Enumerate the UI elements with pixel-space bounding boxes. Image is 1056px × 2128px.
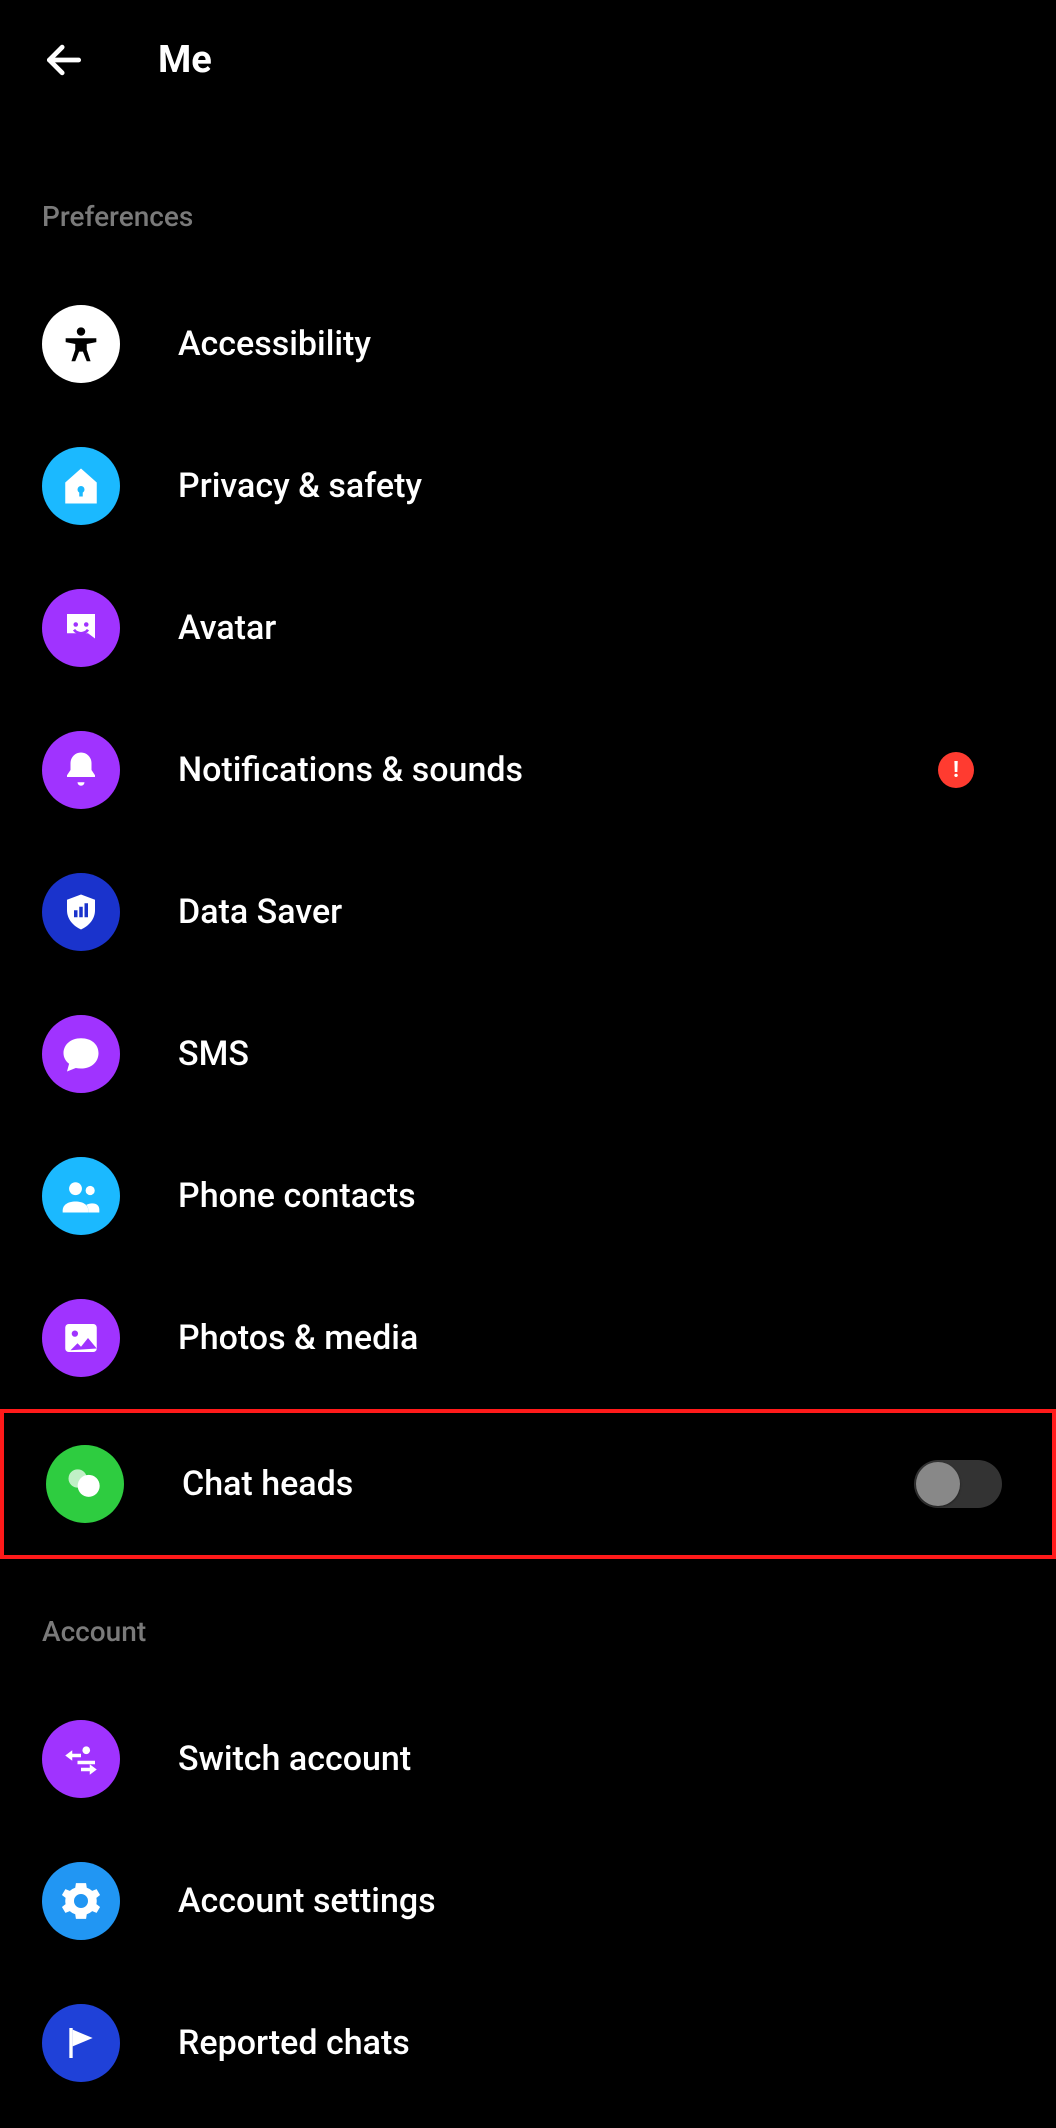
back-button[interactable]: [40, 36, 88, 84]
switch-account-icon: [42, 1720, 120, 1798]
row-chat-heads[interactable]: Chat heads: [0, 1409, 1056, 1559]
section-header-preferences: Preferences: [0, 120, 1056, 273]
accessibility-icon: [42, 305, 120, 383]
chat-heads-toggle[interactable]: [914, 1460, 1002, 1508]
avatar-icon: [42, 589, 120, 667]
chat-bubble-icon: [42, 1015, 120, 1093]
row-label: Avatar: [178, 608, 1014, 648]
chat-heads-icon: [46, 1445, 124, 1523]
row-privacy-safety[interactable]: Privacy & safety: [0, 415, 1056, 557]
bell-icon: [42, 731, 120, 809]
row-switch-account[interactable]: Switch account: [0, 1688, 1056, 1830]
row-avatar[interactable]: Avatar: [0, 557, 1056, 699]
row-label: Privacy & safety: [178, 466, 1014, 506]
row-label: Notifications & sounds: [178, 750, 938, 790]
row-notifications-sounds[interactable]: Notifications & sounds !: [0, 699, 1056, 841]
row-photos-media[interactable]: Photos & media: [0, 1267, 1056, 1409]
row-label: Chat heads: [182, 1464, 914, 1504]
row-label: Accessibility: [178, 324, 1014, 364]
row-accessibility[interactable]: Accessibility: [0, 273, 1056, 415]
image-icon: [42, 1299, 120, 1377]
row-sms[interactable]: SMS: [0, 983, 1056, 1125]
flag-icon: [42, 2004, 120, 2082]
row-reported-chats[interactable]: Reported chats: [0, 1972, 1056, 2114]
header: Me: [0, 0, 1056, 120]
row-label: Reported chats: [178, 2023, 1014, 2063]
shield-chart-icon: [42, 873, 120, 951]
row-label: Data Saver: [178, 892, 1014, 932]
arrow-left-icon: [42, 38, 86, 82]
row-phone-contacts[interactable]: Phone contacts: [0, 1125, 1056, 1267]
toggle-knob: [916, 1462, 960, 1506]
row-data-saver[interactable]: Data Saver: [0, 841, 1056, 983]
row-label: Switch account: [178, 1739, 1014, 1779]
row-label: SMS: [178, 1034, 1014, 1074]
people-icon: [42, 1157, 120, 1235]
row-account-settings[interactable]: Account settings: [0, 1830, 1056, 1972]
house-lock-icon: [42, 447, 120, 525]
row-label: Photos & media: [178, 1318, 1014, 1358]
row-label: Phone contacts: [178, 1176, 1014, 1216]
section-header-account: Account: [0, 1559, 1056, 1688]
gear-icon: [42, 1862, 120, 1940]
page-title: Me: [158, 38, 212, 82]
alert-badge: !: [938, 752, 974, 788]
row-label: Account settings: [178, 1881, 1014, 1921]
